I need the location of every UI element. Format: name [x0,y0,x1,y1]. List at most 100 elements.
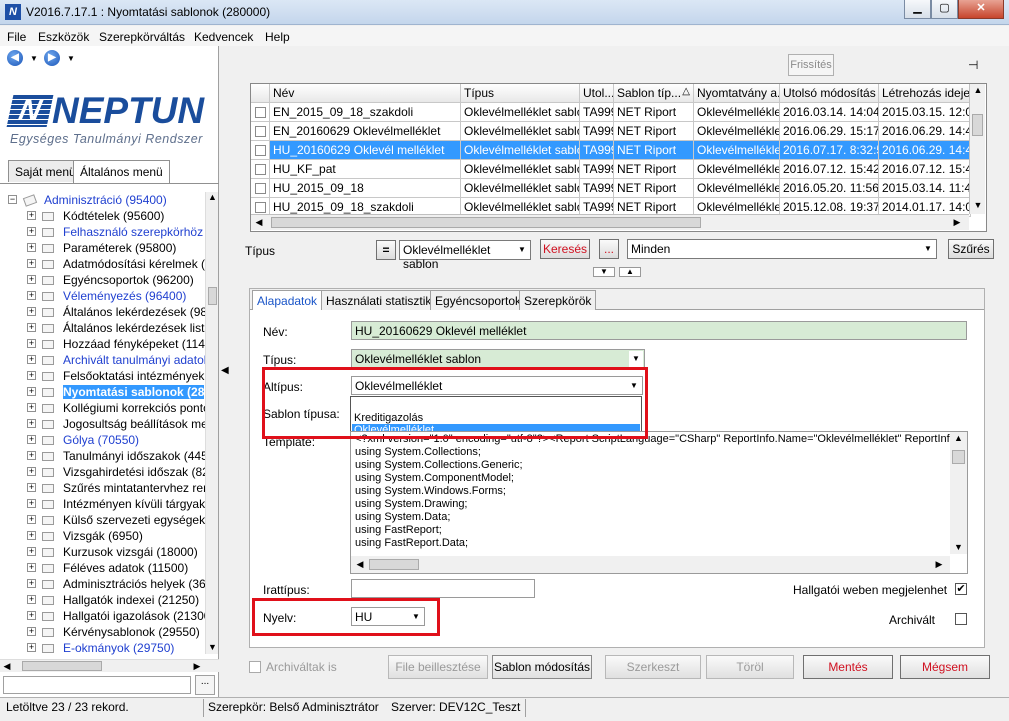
grid-column-header[interactable]: Létrehozás ideje [879,84,971,103]
grid-column-header[interactable]: Név [270,84,461,103]
irattipus-field[interactable] [351,579,535,598]
table-cell[interactable]: 2016.05.20. 11:56:2 [780,179,879,198]
tab-alapadatok[interactable]: Alapadatok [252,290,323,310]
tree-vertical-scrollbar[interactable]: ▲ ▼ [205,192,218,654]
edit-button[interactable]: Szerkeszt [605,655,701,679]
expand-icon[interactable]: + [27,515,36,524]
tree-item[interactable]: + Jogosultság beállítások megte [0,416,205,432]
expand-icon[interactable]: + [27,243,36,252]
grid-column-header[interactable]: Sablon típ... △ [614,84,694,103]
expand-icon[interactable]: + [27,467,36,476]
forward-dropdown-icon[interactable]: ▼ [67,54,75,63]
tab-egyencsoportok[interactable]: Egyéncsoportok [430,290,527,310]
row-checkbox[interactable] [255,183,266,194]
grid-column-header[interactable]: Utol... [580,84,614,103]
table-cell[interactable]: 2016.06.29. 14:42 [879,122,971,141]
table-cell[interactable]: 2016.07.12. 15:41 [879,160,971,179]
template-modify-button[interactable]: Sablon módosítás [492,655,592,679]
tree-item[interactable]: + Nyomtatási sablonok (28 [0,384,205,400]
close-button[interactable]: ✕ [958,0,1004,19]
table-cell[interactable]: HU_2015_09_18 [270,179,461,198]
table-cell[interactable]: Oklevélmelléklet sablon [461,122,580,141]
search-button[interactable]: Keresés [540,239,590,259]
row-checkbox[interactable] [255,164,266,175]
tree-item[interactable]: + Tanulmányi időszakok (4450 [0,448,205,464]
tree-item[interactable]: + Hozzáad fényképeket (11400 [0,336,205,352]
expand-icon[interactable]: + [27,563,36,572]
expand-icon[interactable]: + [27,339,36,348]
tree-item[interactable]: + Intézményen kívüli tárgyak (4 [0,496,205,512]
table-cell[interactable]: Oklevélmelléklet sablon [461,160,580,179]
tree-item[interactable]: + Kurzusok vizsgái (18000) [0,544,205,560]
table-cell[interactable]: 2015.03.15. 12:03 [879,103,971,122]
nev-field[interactable]: HU_20160629 Oklevél melléklet [351,321,967,340]
expand-icon[interactable]: + [27,275,36,284]
table-cell[interactable]: TA999 [580,160,614,179]
collapse-icon[interactable]: − [8,195,17,204]
template-editor[interactable]: <?xml version="1.0" encoding="utf-8"?><R… [350,431,968,574]
tree-item[interactable]: + Szűrés mintatantervhez rende [0,480,205,496]
grid-vertical-scrollbar[interactable]: ▲ ▼ [969,84,985,214]
expand-icon[interactable]: + [27,595,36,604]
expand-icon[interactable]: + [27,403,36,412]
tree-horizontal-scrollbar[interactable]: ◀ ▶ [0,659,219,672]
tipus-select[interactable]: Oklevélmelléklet sablon ▼ [351,349,645,368]
row-checkbox-cell[interactable] [251,160,270,179]
archivalt-checkbox[interactable] [955,613,967,625]
expand-icon[interactable]: + [27,547,36,556]
grid-column-header[interactable]: Típus [461,84,580,103]
expand-icon[interactable]: + [27,291,36,300]
table-cell[interactable]: NET Riport [614,179,694,198]
tree-item[interactable]: + Archivált tanulmányi adatok (2 [0,352,205,368]
menu-kedvencek[interactable]: Kedvencek [194,30,253,44]
table-cell[interactable]: EN_20160629 Oklevélmelléklet [270,122,461,141]
tree-item[interactable]: + Felhasználó szerepkörhöz ren [0,224,205,240]
tree-item[interactable]: − Adminisztráció (95400) [0,192,205,208]
table-cell[interactable]: Oklevélmelléklet [694,141,780,160]
tab-szerepkorok[interactable]: Szerepkörök [519,290,597,310]
expand-icon[interactable]: + [27,531,36,540]
table-cell[interactable]: TA999 [580,179,614,198]
expand-icon[interactable]: + [27,371,36,380]
template-vertical-scrollbar[interactable]: ▲ ▼ [950,432,967,554]
expand-icon[interactable]: + [27,211,36,220]
table-cell[interactable]: Oklevélmelléklet [694,179,780,198]
table-cell[interactable]: Oklevélmelléklet sablon [461,179,580,198]
tree-item[interactable]: + Egyéncsoportok (96200) [0,272,205,288]
tree-item[interactable]: + Általános lekérdezések listája [0,320,205,336]
table-cell[interactable]: Oklevélmelléklet [694,122,780,141]
table-cell[interactable]: 2016.06.29. 15:17:2 [780,122,879,141]
tree-item[interactable]: + Kollégiumi korrekciós pontok ( [0,400,205,416]
table-cell[interactable]: NET Riport [614,160,694,179]
filter-operator-button[interactable]: = [376,240,396,260]
splitter-arrows[interactable]: ▼ ▲ [593,267,643,279]
table-cell[interactable]: NET Riport [614,103,694,122]
save-button[interactable]: Mentés [803,655,893,679]
tree-item[interactable]: + Kódtételek (95600) [0,208,205,224]
table-cell[interactable]: 2016.03.14. 14:04:3 [780,103,879,122]
tree-item[interactable]: + Hallgatói igazolások (21300) [0,608,205,624]
back-arrow-icon[interactable]: ◀ [7,50,23,66]
more-button[interactable]: ... [599,239,619,259]
row-checkbox-cell[interactable] [251,179,270,198]
table-cell[interactable]: TA999 [580,122,614,141]
tree-item[interactable]: + Vizsgahirdetési időszak (8250 [0,464,205,480]
tree-item[interactable]: + Vizsgák (6950) [0,528,205,544]
tree-item[interactable]: + Felsőoktatási intézmények list [0,368,205,384]
table-cell[interactable]: TA999 [580,141,614,160]
weben-checkbox[interactable]: ✔ [955,583,967,595]
row-checkbox-cell[interactable] [251,103,270,122]
table-cell[interactable]: 2016.06.29. 14:42 [879,141,971,160]
back-dropdown-icon[interactable]: ▼ [30,54,38,63]
table-cell[interactable]: 2016.07.17. 8:32:50 [780,141,879,160]
expand-icon[interactable]: + [27,419,36,428]
row-checkbox-cell[interactable] [251,122,270,141]
menu-szerepkorvaltas[interactable]: Szerepkörváltás [99,30,185,44]
filter-button[interactable]: Szűrés [948,239,994,259]
expand-icon[interactable]: + [27,355,36,364]
menu-eszkozok[interactable]: Eszközök [38,30,89,44]
tree-item[interactable]: + Külső szervezeti egységek (68 [0,512,205,528]
expand-icon[interactable]: + [27,627,36,636]
expand-icon[interactable]: + [27,611,36,620]
cancel-button[interactable]: Mégsem [900,655,990,679]
